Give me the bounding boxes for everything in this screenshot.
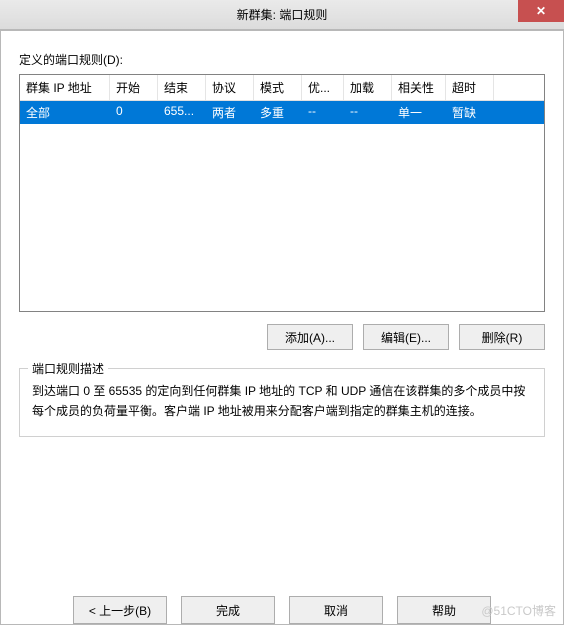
dialog-body: 定义的端口规则(D): 群集 IP 地址 开始 结束 协议 模式 优... 加载… <box>0 30 564 625</box>
cell-cluster-ip: 全部 <box>20 101 110 124</box>
col-header-mode[interactable]: 模式 <box>254 75 302 100</box>
close-button[interactable]: ✕ <box>518 0 564 22</box>
port-rules-list[interactable]: 群集 IP 地址 开始 结束 协议 模式 优... 加载 相关性 超时 全部 0… <box>19 74 545 312</box>
col-header-start[interactable]: 开始 <box>110 75 158 100</box>
port-rules-label: 定义的端口规则(D): <box>19 51 545 68</box>
col-header-timeout[interactable]: 超时 <box>446 75 494 100</box>
description-fieldset: 端口规则描述 到达端口 0 至 65535 的定向到任何群集 IP 地址的 TC… <box>19 368 545 437</box>
col-header-end[interactable]: 结束 <box>158 75 206 100</box>
col-header-protocol[interactable]: 协议 <box>206 75 254 100</box>
description-text: 到达端口 0 至 65535 的定向到任何群集 IP 地址的 TCP 和 UDP… <box>32 381 532 422</box>
col-header-priority[interactable]: 优... <box>302 75 344 100</box>
cell-end: 655... <box>158 101 206 124</box>
cell-protocol: 两者 <box>206 101 254 124</box>
title-bar: 新群集: 端口规则 ✕ <box>0 0 564 30</box>
list-header: 群集 IP 地址 开始 结束 协议 模式 优... 加载 相关性 超时 <box>20 75 544 101</box>
back-button[interactable]: < 上一步(B) <box>73 596 167 624</box>
edit-button[interactable]: 编辑(E)... <box>363 324 449 350</box>
wizard-button-row: < 上一步(B) 完成 取消 帮助 <box>19 596 545 624</box>
help-button[interactable]: 帮助 <box>397 596 491 624</box>
rule-button-row: 添加(A)... 编辑(E)... 删除(R) <box>19 324 545 350</box>
window-title: 新群集: 端口规则 <box>237 6 328 23</box>
col-header-affinity[interactable]: 相关性 <box>392 75 446 100</box>
col-header-cluster-ip[interactable]: 群集 IP 地址 <box>20 75 110 100</box>
cancel-button[interactable]: 取消 <box>289 596 383 624</box>
col-header-load[interactable]: 加载 <box>344 75 392 100</box>
cell-mode: 多重 <box>254 101 302 124</box>
cell-load: -- <box>344 101 392 124</box>
remove-button[interactable]: 删除(R) <box>459 324 545 350</box>
cell-priority: -- <box>302 101 344 124</box>
table-row[interactable]: 全部 0 655... 两者 多重 -- -- 单一 暂缺 <box>20 101 544 124</box>
close-icon: ✕ <box>536 4 546 18</box>
cell-affinity: 单一 <box>392 101 446 124</box>
description-legend: 端口规则描述 <box>28 360 108 377</box>
cell-timeout: 暂缺 <box>446 101 494 124</box>
add-button[interactable]: 添加(A)... <box>267 324 353 350</box>
finish-button[interactable]: 完成 <box>181 596 275 624</box>
cell-start: 0 <box>110 101 158 124</box>
